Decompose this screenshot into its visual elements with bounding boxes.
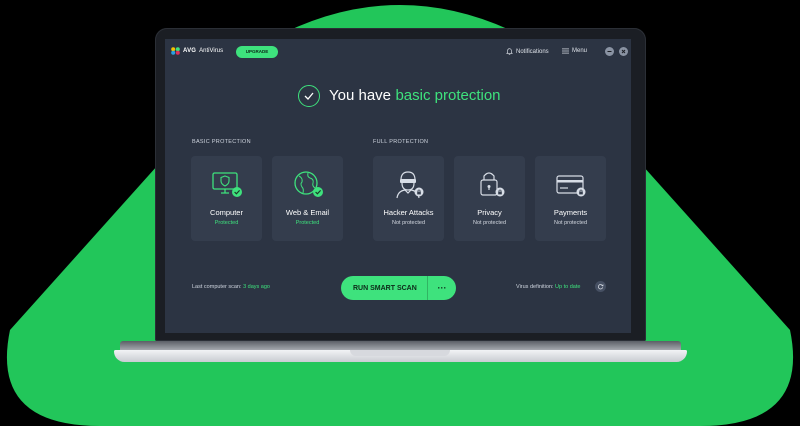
hacker-icon (395, 171, 423, 199)
card-status: Not protected (553, 220, 588, 226)
padlock-icon (479, 172, 504, 197)
basic-protection-label: BASIC PROTECTION (192, 139, 251, 145)
update-definitions-button[interactable] (595, 281, 606, 292)
avg-logo-icon (171, 47, 180, 55)
product-name: AntiVirus (199, 48, 224, 54)
card-title: Payments (553, 208, 588, 217)
card-web-email[interactable]: Web & Email Protected (272, 156, 343, 241)
menu-label: Menu (572, 48, 588, 54)
virus-definition-value: Up to date (555, 284, 581, 290)
last-scan-label: Last computer scan: (192, 284, 242, 290)
virus-definition-info: Virus definition: Up to date (516, 284, 580, 290)
bell-icon (506, 48, 513, 55)
brand-name: AVG (183, 48, 197, 54)
card-title: Hacker Attacks (383, 208, 434, 217)
card-status: Protected (295, 220, 320, 226)
menu-button[interactable]: Menu (562, 48, 587, 54)
card-title: Web & Email (285, 208, 330, 217)
headline-prefix: You have (329, 87, 392, 104)
minimize-icon (607, 51, 612, 52)
scan-options-button[interactable]: ··· (427, 276, 456, 300)
full-protection-label: FULL PROTECTION (373, 139, 429, 145)
scan-button-label[interactable]: RUN SMART SCAN (353, 285, 427, 292)
hamburger-icon (562, 48, 569, 54)
card-title: Computer (210, 208, 243, 217)
title-bar: AVG AntiVirus UPGRADE Notifications Menu (165, 39, 631, 65)
card-computer[interactable]: Computer Protected (191, 156, 262, 241)
status-check-icon (298, 85, 320, 107)
last-scan-info: Last computer scan: 3 days ago (192, 284, 270, 290)
close-button[interactable] (619, 47, 628, 56)
notifications-label: Notifications (516, 48, 549, 55)
last-scan-value[interactable]: 3 days ago (243, 284, 270, 290)
refresh-icon (598, 284, 604, 290)
virus-definition-label: Virus definition: (516, 284, 554, 290)
card-hacker-attacks[interactable]: Hacker Attacks Not protected (373, 156, 444, 241)
monitor-shield-icon (211, 172, 242, 197)
card-title: Privacy (477, 208, 502, 217)
card-privacy[interactable]: Privacy Not protected (454, 156, 525, 241)
minimize-button[interactable] (605, 47, 614, 56)
card-status: Not protected (472, 220, 507, 226)
card-status: Not protected (391, 220, 426, 226)
globe-icon (293, 171, 323, 197)
card-payments[interactable]: Payments Not protected (535, 156, 606, 241)
credit-card-icon (555, 175, 585, 197)
notifications-button[interactable]: Notifications (506, 48, 549, 55)
avg-logo: AVG AntiVirus (171, 47, 223, 55)
protection-status-headline: You have basic protection (298, 85, 501, 107)
close-icon (621, 49, 626, 54)
upgrade-button[interactable]: UPGRADE (236, 46, 278, 58)
card-status: Protected (214, 220, 239, 226)
app-window: AVG AntiVirus UPGRADE Notifications Menu (165, 39, 631, 333)
laptop-hinge (120, 341, 681, 350)
headline-accent: basic protection (395, 87, 501, 104)
run-smart-scan-button[interactable]: RUN SMART SCAN ··· (341, 276, 456, 300)
laptop-notch (350, 350, 450, 356)
